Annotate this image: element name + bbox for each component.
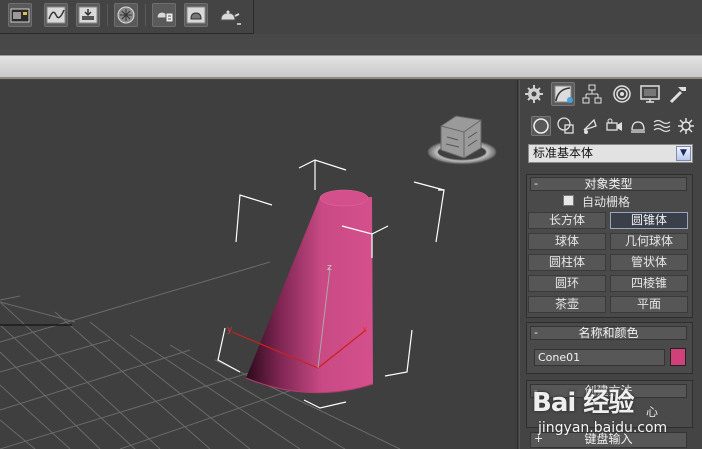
toolbar-separator [145, 4, 146, 26]
autogrid-label: 自动栅格 [582, 195, 631, 209]
box-button[interactable]: 长方体 [528, 212, 606, 229]
scene-explorer-icon[interactable] [8, 3, 32, 27]
rollout-title: 对象类型 [584, 177, 633, 191]
render-frame-icon[interactable] [76, 3, 100, 27]
lights-icon[interactable] [580, 116, 600, 136]
hierarchy-icon[interactable] [580, 82, 604, 106]
display-icon[interactable] [638, 82, 662, 106]
create-icon[interactable] [522, 82, 546, 106]
rollout-collapse-sign: - [534, 177, 538, 190]
shapes-icon[interactable] [556, 116, 576, 136]
render-setup-icon[interactable] [152, 3, 176, 27]
motion-icon[interactable] [610, 82, 634, 106]
cylinder-button[interactable]: 圆柱体 [528, 254, 606, 271]
viewcube-icon[interactable] [427, 115, 497, 165]
watermark-logo-text: Bai 经验 [532, 388, 634, 418]
teapot-button[interactable]: 茶壶 [528, 296, 606, 313]
watermark-url: jingyan.baidu.com [538, 420, 668, 436]
render-production-icon[interactable] [216, 3, 241, 27]
category-dropdown[interactable]: 标准基本体 ▼ [528, 144, 693, 163]
axis-x-label: x [362, 325, 368, 335]
chevron-down-icon[interactable]: ▼ [676, 146, 691, 161]
perspective-viewport[interactable]: y x z [0, 80, 518, 449]
tube-button[interactable]: 管状体 [610, 254, 688, 271]
geosphere-button[interactable]: 几何球体 [610, 233, 688, 250]
object-type-rollout-header[interactable]: - 对象类型 [530, 177, 687, 191]
space-warps-icon[interactable] [652, 116, 672, 136]
systems-icon[interactable] [676, 116, 696, 136]
material-editor-icon[interactable] [114, 3, 138, 27]
pyramid-button[interactable]: 四棱锥 [610, 275, 688, 292]
toolbar-strip [0, 34, 702, 54]
sphere-button[interactable]: 球体 [528, 233, 606, 250]
curve-editor-icon[interactable] [44, 3, 68, 27]
modify-icon[interactable] [551, 82, 575, 106]
main-toolbar [0, 0, 254, 34]
autogrid-checkbox[interactable] [563, 195, 574, 206]
cameras-icon[interactable] [604, 116, 624, 136]
utilities-icon[interactable] [666, 82, 690, 106]
rendered-frame-window-icon[interactable] [184, 3, 208, 27]
plane-button[interactable]: 平面 [610, 296, 688, 313]
cone01-object[interactable] [245, 189, 374, 394]
rollout-collapse-sign: - [534, 326, 538, 339]
cone-button[interactable]: 圆锥体 [610, 212, 688, 229]
axis-z-label: z [327, 263, 332, 273]
helpers-icon[interactable] [628, 116, 648, 136]
geometry-icon[interactable] [531, 116, 551, 136]
object-name-input[interactable]: Cone01 [534, 349, 665, 366]
torus-button[interactable]: 圆环 [528, 275, 606, 292]
baidu-jingyan-watermark: Bai 经验 jingyan.baidu.com [532, 382, 702, 449]
track-bar[interactable] [0, 55, 702, 79]
rollout-title: 名称和颜色 [578, 326, 639, 340]
axis-y-label: y [227, 325, 233, 335]
object-color-swatch[interactable] [670, 348, 686, 366]
toolbar-separator [107, 4, 108, 26]
category-dropdown-value: 标准基本体 [533, 146, 594, 160]
name-color-rollout-header[interactable]: - 名称和颜色 [530, 326, 687, 340]
